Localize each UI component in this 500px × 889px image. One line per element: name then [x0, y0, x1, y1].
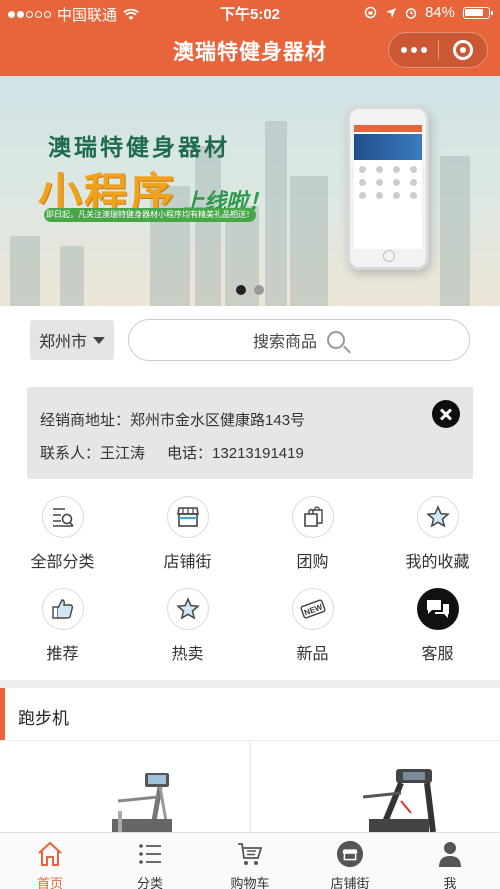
- pager-dot[interactable]: [254, 285, 264, 295]
- close-mini-program-icon[interactable]: [439, 32, 487, 68]
- menu-item-label: 团购: [296, 554, 329, 571]
- dealer-info-card: 经销商地址：郑州市金水区健康路143号 联系人：王江涛 电话：132131914…: [27, 387, 473, 479]
- list-search-icon: [42, 496, 84, 538]
- menu-item-favorites[interactable]: 我的收藏: [375, 488, 500, 580]
- tab-category[interactable]: 分类: [100, 833, 200, 889]
- banner-title: 澳瑞特健身器材: [48, 134, 230, 160]
- product-list: [0, 740, 500, 832]
- tab-home[interactable]: 首页: [0, 833, 100, 889]
- tab-cart[interactable]: 购物车: [200, 833, 300, 889]
- user-icon: [436, 840, 464, 868]
- tab-bar: 首页 分类 购物车 店铺街 我: [0, 832, 500, 889]
- tab-label: 购物车: [230, 876, 270, 889]
- tab-label: 我: [443, 876, 457, 889]
- chat-icon: [417, 588, 459, 630]
- tab-me[interactable]: 我: [400, 833, 500, 889]
- menu-item-label: 客服: [421, 646, 454, 663]
- menu-item-label: 全部分类: [30, 554, 95, 571]
- contact-value: 王江涛: [100, 445, 146, 462]
- category-accent-bar: [0, 688, 5, 740]
- address-label: 经销商地址：: [40, 412, 131, 429]
- menu-item-store-street[interactable]: 店铺街: [125, 488, 250, 580]
- shopping-bag-icon: [292, 496, 334, 538]
- menu-item-new[interactable]: NEW 新品: [250, 580, 375, 672]
- menu-item-label: 新品: [296, 646, 329, 663]
- store-icon: [167, 496, 209, 538]
- dealer-contact-line: 联系人：王江涛 电话：13213191419: [40, 442, 304, 463]
- tab-label: 首页: [36, 876, 63, 889]
- category-header: 跑步机: [0, 688, 500, 740]
- location-arrow-icon: [385, 7, 396, 18]
- product-card[interactable]: [251, 741, 500, 832]
- menu-item-recommend[interactable]: 推荐: [0, 580, 125, 672]
- search-placeholder: 搜索商品: [252, 334, 317, 351]
- menu-item-label: 店铺街: [163, 554, 212, 571]
- menu-item-customer-service[interactable]: 客服: [375, 580, 500, 672]
- search-icon: [327, 331, 345, 349]
- list-icon: [136, 840, 164, 868]
- search-row: 郑州市 搜索商品: [0, 306, 500, 378]
- banner-promo-strip: 即日起，凡关注澳瑞特健身器材小程序均有精美礼品相送！: [44, 208, 256, 222]
- thumbs-up-icon: [42, 588, 84, 630]
- menu-item-label: 我的收藏: [405, 554, 470, 571]
- more-icon[interactable]: [389, 32, 438, 68]
- menu-item-label: 推荐: [46, 646, 79, 663]
- treadmill-image: [112, 773, 172, 832]
- search-input[interactable]: 搜索商品: [128, 319, 470, 361]
- pager-dot-active[interactable]: [236, 285, 246, 295]
- chevron-down-icon: [93, 336, 105, 344]
- skyline-building: [440, 156, 470, 306]
- address-value: 郑州市金水区健康路143号: [130, 412, 306, 429]
- home-icon: [36, 840, 64, 868]
- section-divider: [0, 680, 500, 688]
- phone-label: 电话：: [167, 445, 213, 462]
- menu-item-all-categories[interactable]: 全部分类: [0, 488, 125, 580]
- alarm-icon: [405, 7, 417, 19]
- menu-item-label: 热卖: [171, 646, 204, 663]
- dealer-section: 经销商地址：郑州市金水区健康路143号 联系人：王江涛 电话：132131914…: [0, 378, 500, 488]
- treadmill-image: [362, 769, 436, 832]
- nav-bar: 澳瑞特健身器材: [0, 24, 500, 76]
- dealer-address-line: 经销商地址：郑州市金水区健康路143号: [40, 409, 305, 430]
- cart-icon: [236, 840, 264, 868]
- mini-program-capsule: [388, 32, 488, 68]
- menu-item-group-buy[interactable]: 团购: [250, 488, 375, 580]
- rotation-lock-icon: [364, 6, 377, 19]
- battery-icon: [463, 6, 493, 19]
- skyline-building: [10, 236, 40, 306]
- banner-carousel[interactable]: 澳瑞特健身器材 小程序 上线啦！ 即日起，凡关注澳瑞特健身器材小程序均有精美礼品…: [0, 76, 500, 306]
- phone-value[interactable]: 13213191419: [212, 445, 304, 462]
- tab-label: 分类: [136, 876, 163, 889]
- contact-label: 联系人：: [40, 445, 101, 462]
- tab-store-street[interactable]: 店铺街: [300, 833, 400, 889]
- carousel-pager: [0, 285, 500, 295]
- store-icon: [336, 840, 364, 868]
- tab-label: 店铺街: [330, 876, 370, 889]
- menu-item-hot-sale[interactable]: 热卖: [125, 580, 250, 672]
- menu-grid: 全部分类 店铺街 团购 我的收藏 推荐 热卖 NEW 新品 客服: [0, 488, 500, 680]
- skyline-building: [60, 246, 84, 306]
- category-title: 跑步机: [18, 709, 69, 728]
- battery-percent: 84%: [424, 4, 455, 21]
- close-icon[interactable]: [432, 400, 460, 428]
- star-icon: [167, 588, 209, 630]
- city-label: 郑州市: [38, 334, 87, 351]
- product-card[interactable]: [0, 741, 249, 832]
- status-bar: 中国联通 下午5:02 84%: [0, 0, 500, 24]
- city-selector[interactable]: 郑州市: [30, 320, 114, 360]
- phone-mockup-image: [347, 106, 429, 270]
- star-icon: [417, 496, 459, 538]
- new-badge-icon: NEW: [292, 588, 334, 630]
